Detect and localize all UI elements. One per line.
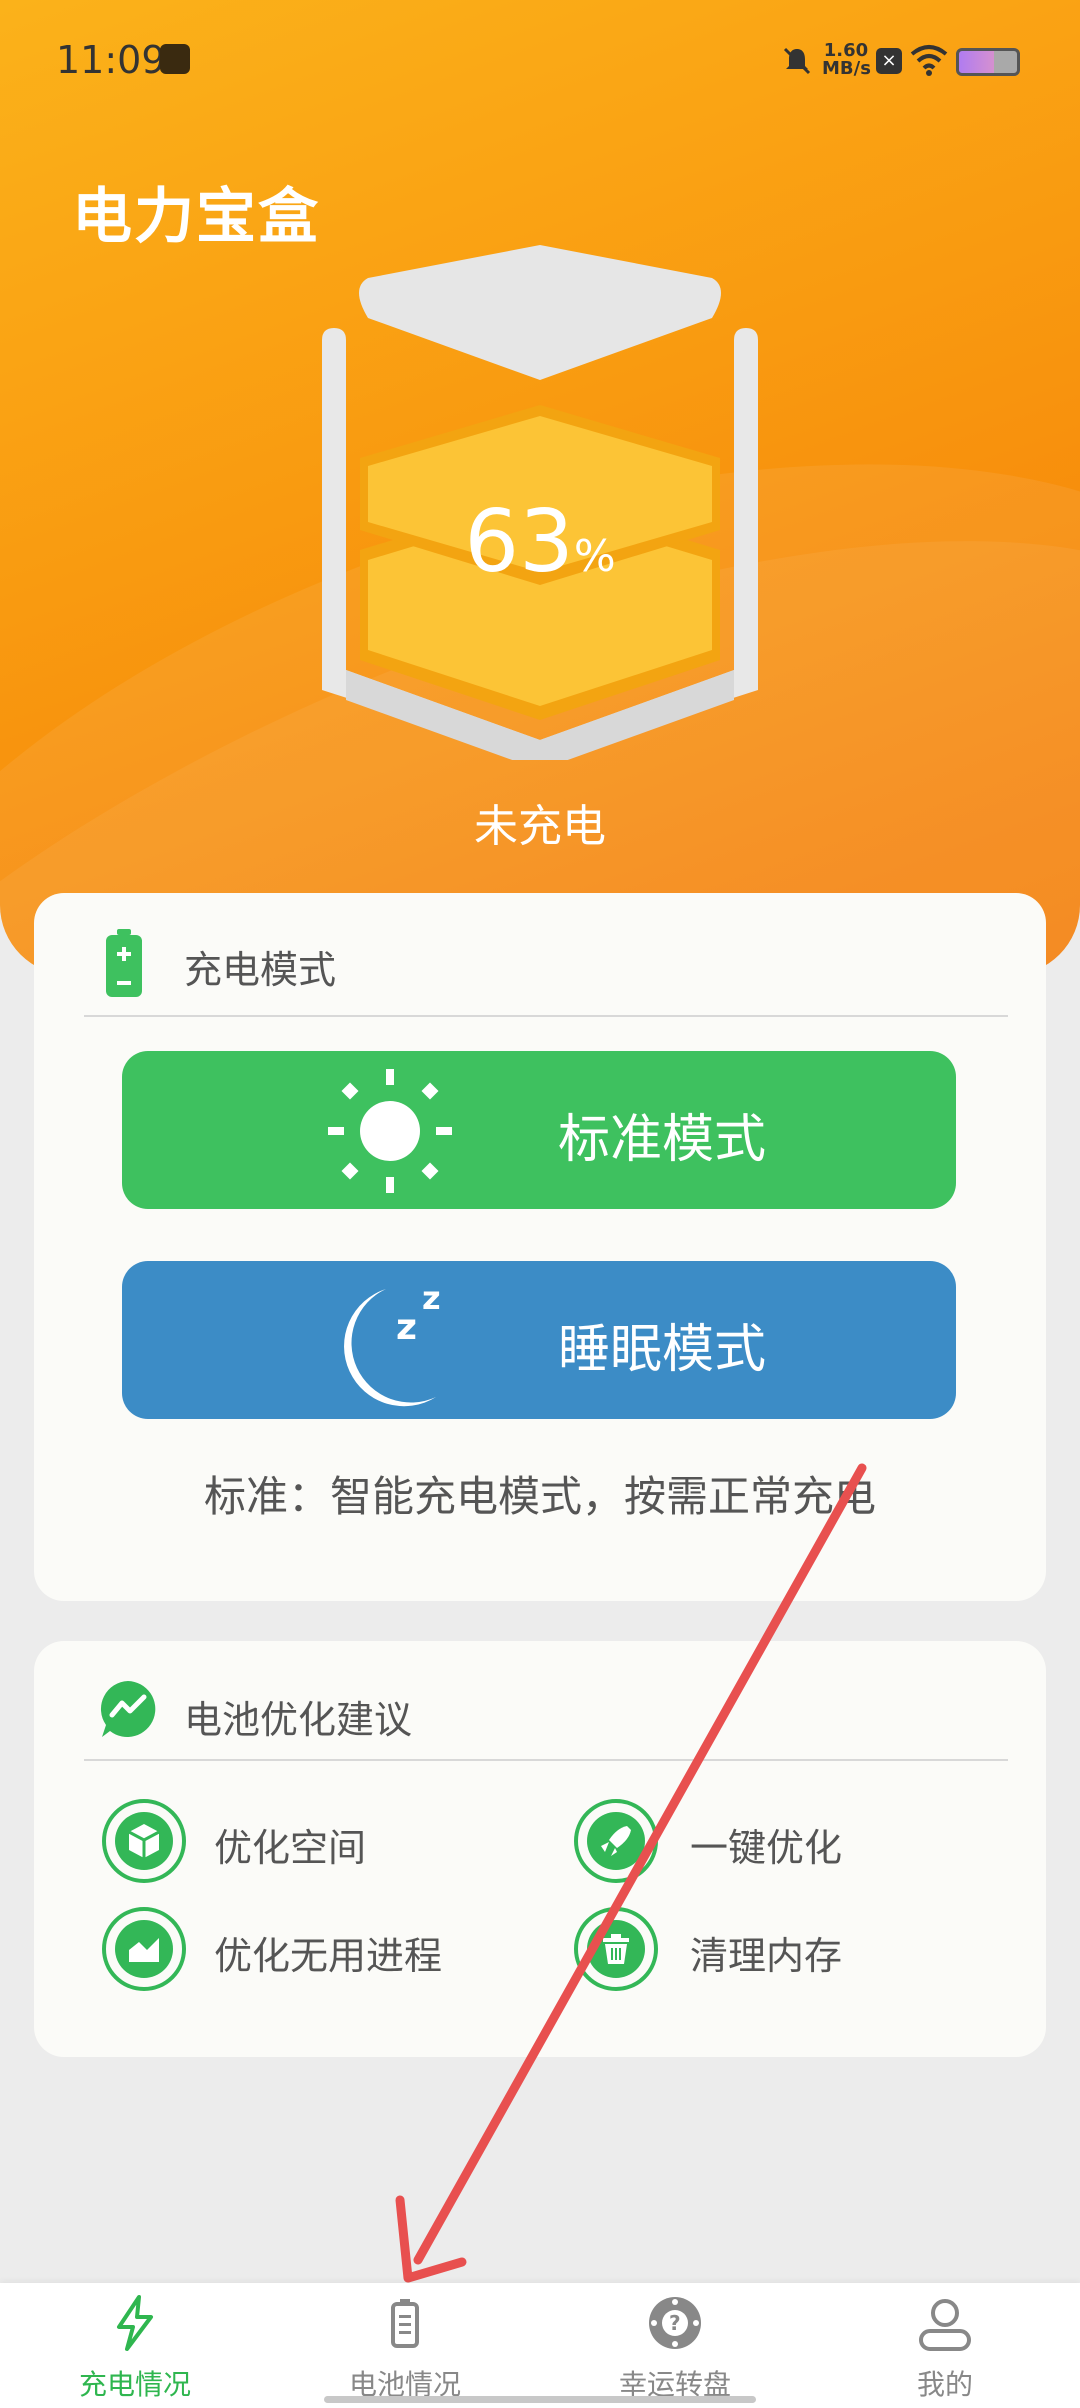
nav-lucky-wheel[interactable]: ? 幸运转盘 bbox=[540, 2283, 810, 2408]
nav-label: 我的 bbox=[916, 2368, 973, 2401]
wheel-icon: ? bbox=[649, 2297, 701, 2349]
svg-text:?: ? bbox=[669, 2311, 681, 2335]
nav-charging-status[interactable]: 充电情况 bbox=[0, 2283, 270, 2408]
nav-profile[interactable]: 我的 bbox=[810, 2283, 1080, 2408]
user-icon bbox=[919, 2299, 971, 2351]
bottom-navigation: 充电情况 电池情况 ? 幸运转盘 我的 bbox=[0, 2283, 1080, 2408]
lightning-icon bbox=[117, 2295, 153, 2351]
nav-label: 充电情况 bbox=[78, 2368, 191, 2401]
home-indicator[interactable] bbox=[324, 2396, 756, 2403]
battery-outline-icon bbox=[391, 2299, 419, 2348]
annotation-arrow bbox=[395, 1463, 867, 2283]
nav-battery-status[interactable]: 电池情况 bbox=[270, 2283, 540, 2408]
